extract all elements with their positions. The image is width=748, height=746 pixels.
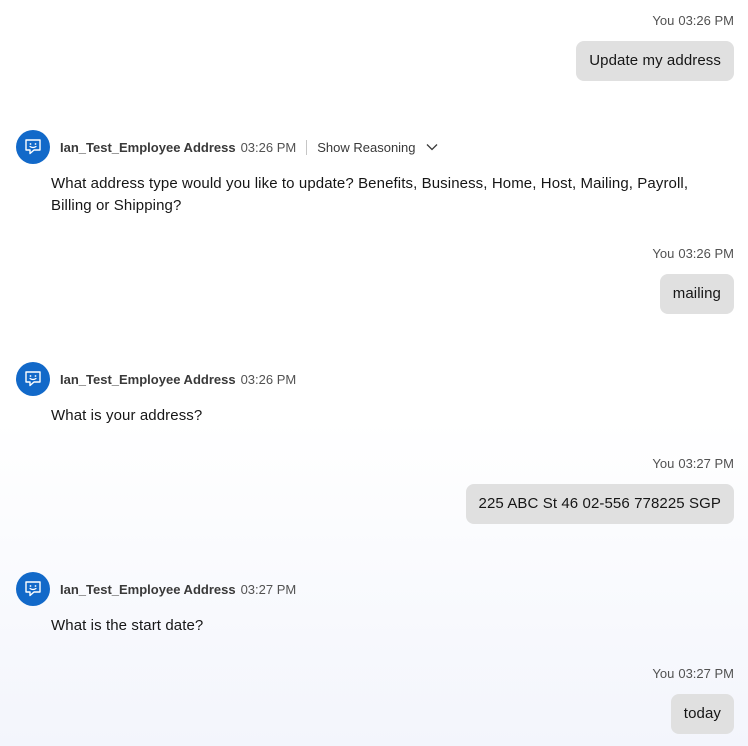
bot-message: Ian_Test_Employee Address 03:26 PM What … [16, 362, 732, 427]
chat-bot-icon [16, 572, 50, 606]
bot-name: Ian_Test_Employee Address [60, 581, 236, 597]
bot-message-header: Ian_Test_Employee Address 03:26 PM Show … [16, 130, 732, 164]
user-message: You 03:26 PM mailing [652, 246, 734, 314]
show-reasoning-button[interactable]: Show Reasoning [317, 140, 437, 155]
bot-message: Ian_Test_Employee Address 03:26 PM Show … [16, 130, 732, 217]
bot-message-text: What address type would you like to upda… [51, 175, 689, 214]
chat-transcript: You 03:26 PM Update my address Ian_Test_E… [0, 0, 748, 746]
user-message-bubble: mailing [659, 274, 734, 314]
bot-message-header: Ian_Test_Employee Address 03:27 PM [16, 572, 732, 606]
chat-bot-icon [16, 362, 50, 396]
user-message-bubble: Update my address [576, 41, 734, 81]
message-time: 03:26 PM [678, 246, 734, 261]
user-message-bubble: today [670, 694, 734, 734]
bot-message-header: Ian_Test_Employee Address 03:26 PM [16, 362, 732, 396]
chat-bot-icon [16, 130, 50, 164]
header-divider [306, 139, 308, 155]
bot-message-text: What is the start date? [51, 617, 204, 634]
sender-name: You [652, 246, 675, 261]
bot-message: Ian_Test_Employee Address 03:27 PM What … [16, 572, 732, 637]
user-message-meta: You 03:27 PM [652, 456, 734, 472]
sender-name: You [652, 666, 675, 681]
message-time: 03:27 PM [678, 666, 734, 681]
show-reasoning-label: Show Reasoning [317, 139, 416, 155]
user-message: You 03:26 PM Update my address [576, 13, 734, 81]
message-time: 03:26 PM [240, 371, 297, 387]
message-time: 03:27 PM [678, 456, 734, 471]
chevron-down-icon[interactable] [426, 143, 438, 151]
user-message-meta: You 03:27 PM [652, 666, 734, 682]
user-message: You 03:27 PM today [652, 666, 734, 734]
user-message-bubble: 225 ABC St 46 02-556 778225 SGP [465, 484, 734, 524]
message-time: 03:26 PM [240, 139, 297, 155]
bot-message-text: What is your address? [51, 407, 203, 424]
user-message: You 03:27 PM 225 ABC St 46 02-556 778225 … [465, 456, 734, 524]
sender-name: You [652, 13, 675, 28]
sender-name: You [652, 456, 675, 471]
user-message-meta: You 03:26 PM [652, 13, 734, 29]
bot-name: Ian_Test_Employee Address [60, 371, 236, 387]
bot-name: Ian_Test_Employee Address [60, 139, 236, 155]
message-time: 03:26 PM [678, 13, 734, 28]
message-time: 03:27 PM [240, 581, 297, 597]
user-message-meta: You 03:26 PM [652, 246, 734, 262]
